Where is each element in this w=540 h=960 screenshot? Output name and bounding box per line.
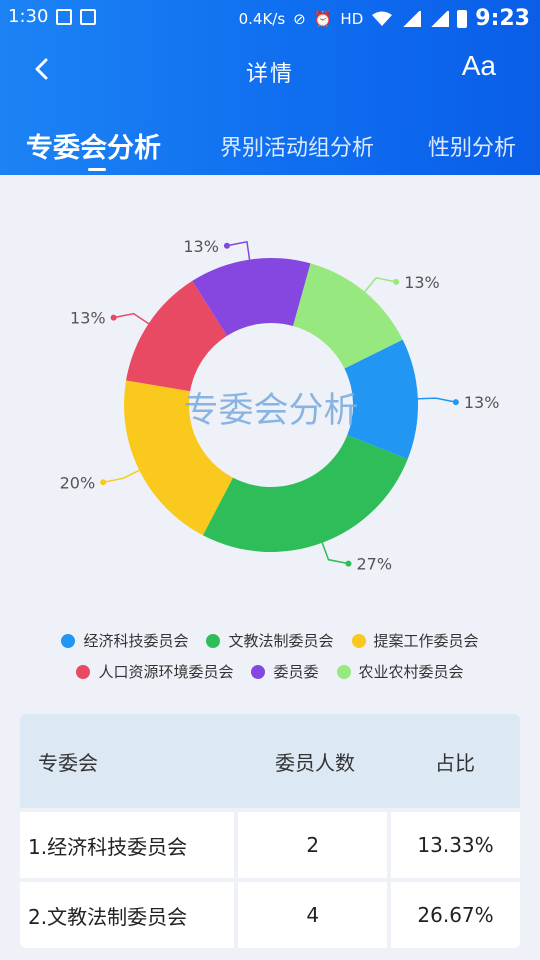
legend-label: 提案工作委员会 — [373, 632, 479, 650]
chart-center-title: 专委会分析 — [183, 391, 358, 431]
callout-line — [320, 540, 349, 565]
callout-line — [362, 277, 397, 294]
callout-dot — [223, 242, 230, 249]
data-label: 13% — [464, 393, 500, 412]
page-title: 详情 — [245, 62, 294, 87]
mute-icon: ⊘ — [293, 9, 306, 28]
table-row[interactable]: 2.文教法制委员会 4 26.67% — [20, 878, 520, 948]
data-label: 27% — [356, 555, 392, 574]
callout-dot — [393, 278, 400, 285]
legend-dot — [206, 633, 221, 648]
status-left-text: 1:30 — [8, 6, 49, 27]
table-row[interactable]: 1.经济科技委员会 2 13.33% — [20, 808, 520, 878]
row-committee-name: 2.文教法制委员会 — [20, 882, 239, 948]
legend-row: 经济科技委员会 文教法制委员会 提案工作委员会 — [0, 630, 540, 651]
tab-bar: 专委会分析 界别活动组分析 性别分析 — [0, 122, 540, 174]
callout-dot — [100, 479, 107, 486]
header-committee: 专委会 — [38, 750, 98, 775]
gallery-icon — [56, 8, 73, 25]
tab-committee-analysis[interactable]: 专委会分析 — [26, 126, 161, 165]
tab-indicator — [88, 168, 106, 171]
wifi-icon — [372, 11, 393, 26]
legend-dot — [76, 664, 91, 679]
signal-icon — [401, 10, 422, 27]
status-right: 0.4K/s ⊘ ⏰ HD 9:23 — [239, 6, 530, 31]
network-speed: 0.4K/s — [238, 9, 286, 28]
row-member-count: 4 — [238, 882, 392, 948]
legend-item[interactable]: 文教法制委员会 — [206, 630, 334, 651]
tab-sector-group-analysis[interactable]: 界别活动组分析 — [220, 130, 374, 162]
chart-legend: 经济科技委员会 文教法制委员会 提案工作委员会 人口资源环境委员会 委员委 农业… — [0, 630, 540, 692]
status-bar: 1:30 0.4K/s ⊘ ⏰ HD 9:23 — [0, 0, 540, 36]
data-label: 13% — [404, 273, 440, 292]
legend-label: 农业农村委员会 — [358, 663, 464, 681]
row-percentage: 26.67% — [417, 903, 494, 927]
table-header: 专委会 委员人数 占比 — [20, 714, 520, 808]
alarm-icon: ⏰ — [313, 9, 333, 28]
callout-line — [226, 240, 251, 262]
header-member-count: 委员人数 — [275, 750, 355, 775]
legend-dot — [336, 664, 351, 679]
row-percentage: 13.33% — [417, 833, 494, 857]
data-label: 13% — [183, 237, 219, 256]
nav-bar: 详情 Aa — [0, 44, 540, 98]
data-label: 20% — [60, 473, 96, 492]
hd-icon: HD — [340, 9, 364, 28]
tab-gender-analysis[interactable]: 性别分析 — [428, 130, 516, 162]
legend-item[interactable]: 委员委 — [251, 661, 319, 682]
legend-item[interactable]: 经济科技委员会 — [61, 630, 188, 651]
signal-icon-2 — [429, 10, 450, 27]
status-left: 1:30 — [8, 6, 97, 27]
data-label: 13% — [70, 309, 106, 328]
donut-chart: 13% 27% 20% 13% 13% 13% 专委会分析 — [60, 237, 500, 574]
header-percentage: 占比 — [435, 750, 475, 775]
legend-label: 人口资源环境委员会 — [98, 663, 234, 681]
legend-dot — [351, 633, 366, 648]
committee-table: 专委会 委员人数 占比 1.经济科技委员会 2 13.33% 2.文教法制委员会… — [20, 714, 520, 948]
legend-row: 人口资源环境委员会 委员委 农业农村委员会 — [0, 661, 540, 682]
calendar-icon — [80, 8, 97, 25]
legend-label: 经济科技委员会 — [83, 632, 189, 650]
font-size-button[interactable]: Aa — [462, 50, 496, 82]
callout-line — [103, 468, 142, 484]
row-committee-name: 1.经济科技委员会 — [20, 812, 239, 878]
legend-item[interactable]: 提案工作委员会 — [351, 630, 479, 651]
app-header: 1:30 0.4K/s ⊘ ⏰ HD 9:23 详情 Aa 专委会分析 界别活动… — [0, 0, 540, 175]
battery-icon — [457, 9, 468, 28]
callout-dot — [110, 314, 117, 321]
chart-area: 13% 27% 20% 13% 13% 13% 专委会分析 — [0, 175, 540, 705]
row-member-count: 2 — [238, 812, 392, 878]
legend-item[interactable]: 农业农村委员会 — [336, 661, 464, 682]
pie-slice[interactable] — [202, 435, 408, 552]
legend-item[interactable]: 人口资源环境委员会 — [76, 661, 233, 682]
callout-line — [113, 312, 151, 326]
status-time: 9:23 — [475, 6, 530, 31]
callout-line — [415, 397, 457, 403]
legend-dot — [61, 633, 76, 648]
legend-label: 委员委 — [273, 663, 319, 681]
legend-dot — [251, 664, 266, 679]
callout-dot — [452, 399, 459, 406]
legend-label: 文教法制委员会 — [228, 632, 334, 650]
callout-dot — [345, 560, 352, 567]
